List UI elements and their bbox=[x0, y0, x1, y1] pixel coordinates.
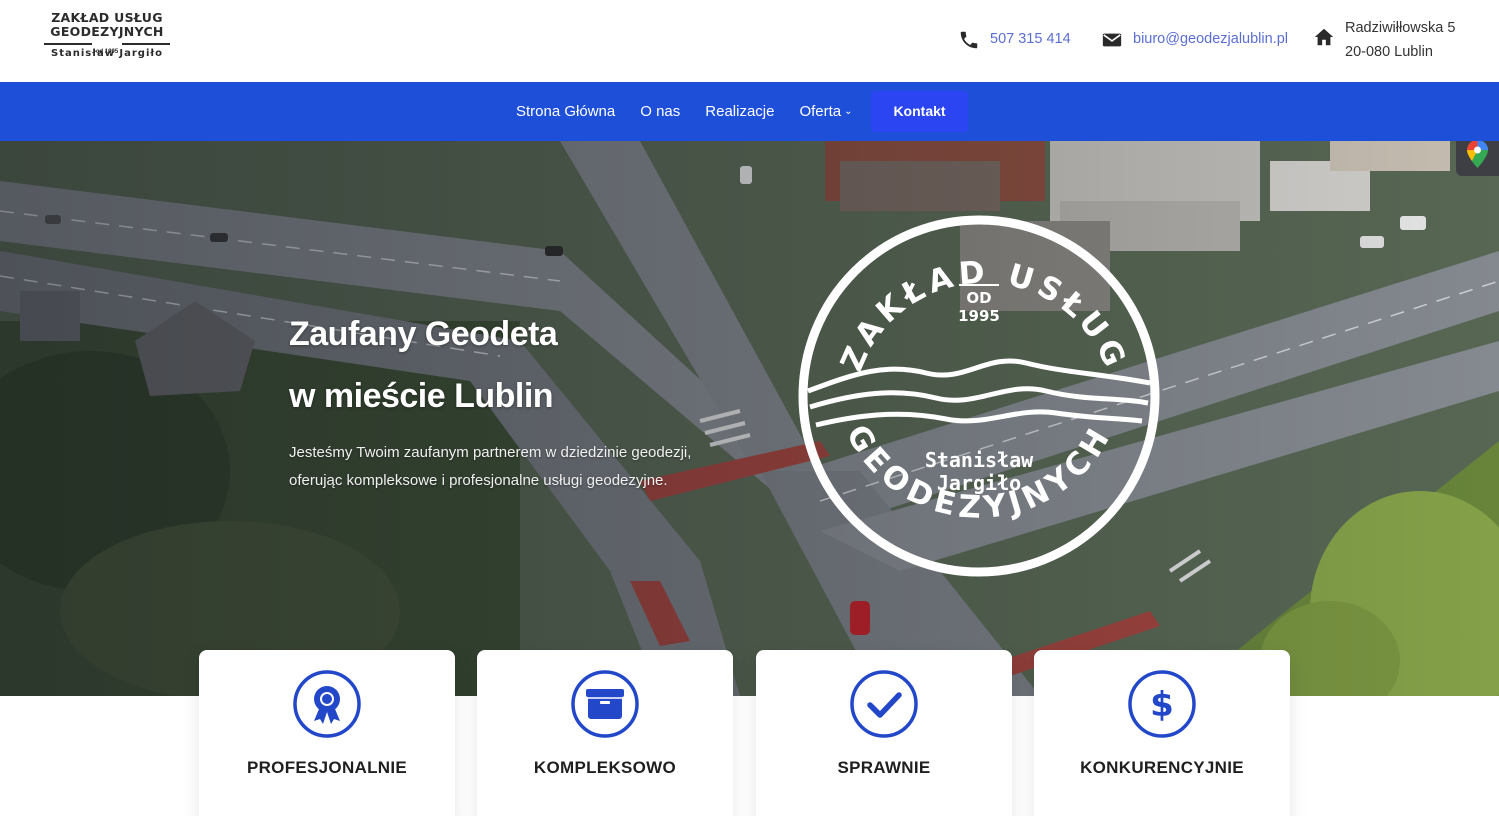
main-nav: Strona Główna O nas Realizacje Oferta ⌄ K… bbox=[0, 82, 1499, 141]
logo-since: od 1995 bbox=[95, 49, 119, 55]
svg-text:$: $ bbox=[1150, 685, 1174, 725]
logo-divider: od 1995 bbox=[44, 40, 170, 55]
nav-item-about[interactable]: O nas bbox=[640, 82, 680, 141]
map-pin-icon bbox=[1467, 141, 1488, 168]
feature-card-efficient: SPRAWNIE bbox=[756, 650, 1012, 816]
email-link[interactable]: biuro@geodezjalublin.pl bbox=[1133, 27, 1288, 51]
feature-card-competitive: $ KONKURENCYJNIE bbox=[1034, 650, 1290, 816]
phone-icon bbox=[960, 31, 978, 49]
seal-year: 1995 bbox=[958, 307, 1000, 325]
box-icon bbox=[571, 670, 639, 738]
nav-menu: Strona Główna O nas Realizacje Oferta ⌄ bbox=[516, 82, 878, 141]
feature-label: PROFESJONALNIE bbox=[246, 758, 408, 777]
address-line-1: Radziwiłłowska 5 bbox=[1345, 20, 1456, 36]
seal-name-1: Stanisław bbox=[925, 448, 1034, 472]
checkmark-icon bbox=[850, 670, 918, 738]
site-header: ZAKŁAD USŁUG GEODEZYJNYCH od 1995 Stanis… bbox=[0, 0, 1499, 82]
feature-card-comprehensive: KOMPLEKSOWO bbox=[477, 650, 733, 816]
envelope-icon bbox=[1102, 33, 1122, 47]
phone-link[interactable]: 507 315 414 bbox=[990, 27, 1071, 51]
nav-item-home[interactable]: Strona Główna bbox=[516, 82, 615, 141]
hero-description-line-2: oferując kompleksowe i profesjonalne usł… bbox=[289, 472, 668, 489]
logo-line-1: ZAKŁAD USŁUG bbox=[51, 10, 163, 25]
hero-overlay bbox=[0, 141, 1499, 696]
feature-label: KONKURENCYJNIE bbox=[1080, 758, 1244, 777]
features-section: PROFESJONALNIE KOMPLEKSOWO SPRAWNIE $ KO… bbox=[0, 650, 1499, 816]
hero-section: Zaufany Geodeta w mieście Lublin Jesteśm… bbox=[0, 141, 1499, 696]
map-widget[interactable] bbox=[1456, 141, 1499, 176]
contact-phone[interactable]: 507 315 414 bbox=[958, 27, 1071, 51]
nav-item-offer-label: Oferta bbox=[799, 103, 842, 120]
dollar-icon: $ bbox=[1128, 670, 1196, 738]
contact-button[interactable]: Kontakt bbox=[871, 91, 968, 132]
contact-address: Radziwiłłowska 5 20-080 Lublin bbox=[1313, 16, 1455, 64]
feature-label: SPRAWNIE bbox=[837, 758, 931, 777]
nav-item-projects[interactable]: Realizacje bbox=[705, 82, 774, 141]
logo-line-2: GEODEZYJNYCH bbox=[50, 24, 164, 39]
chevron-down-icon: ⌄ bbox=[844, 106, 853, 117]
nav-item-offer[interactable]: Oferta ⌄ bbox=[799, 82, 852, 141]
feature-card-professional: PROFESJONALNIE bbox=[199, 650, 455, 816]
hero-title-line-1: Zaufany Geodeta bbox=[289, 315, 558, 353]
contact-email[interactable]: biuro@geodezjalublin.pl bbox=[1101, 27, 1288, 51]
hero-description: Jesteśmy Twoim zaufanym partnerem w dzie… bbox=[289, 439, 749, 495]
seal-od: OD bbox=[966, 289, 991, 307]
hero-description-line-1: Jesteśmy Twoim zaufanym partnerem w dzie… bbox=[289, 444, 692, 461]
award-badge-icon bbox=[293, 670, 361, 738]
address-line-2: 20-080 Lublin bbox=[1345, 44, 1433, 60]
seal-name-2: Jargiło bbox=[937, 471, 1021, 495]
site-logo[interactable]: ZAKŁAD USŁUG GEODEZYJNYCH od 1995 Stanis… bbox=[44, 11, 170, 67]
hero-title-line-2: w mieście Lublin bbox=[289, 377, 554, 415]
home-icon bbox=[1314, 28, 1334, 46]
feature-label: KOMPLEKSOWO bbox=[533, 758, 677, 777]
hero-title: Zaufany Geodeta w mieście Lublin bbox=[289, 303, 558, 427]
company-seal-badge: ZAKŁAD USŁUG GEODEZYJNYCH OD 1995 Stanis… bbox=[798, 215, 1160, 577]
